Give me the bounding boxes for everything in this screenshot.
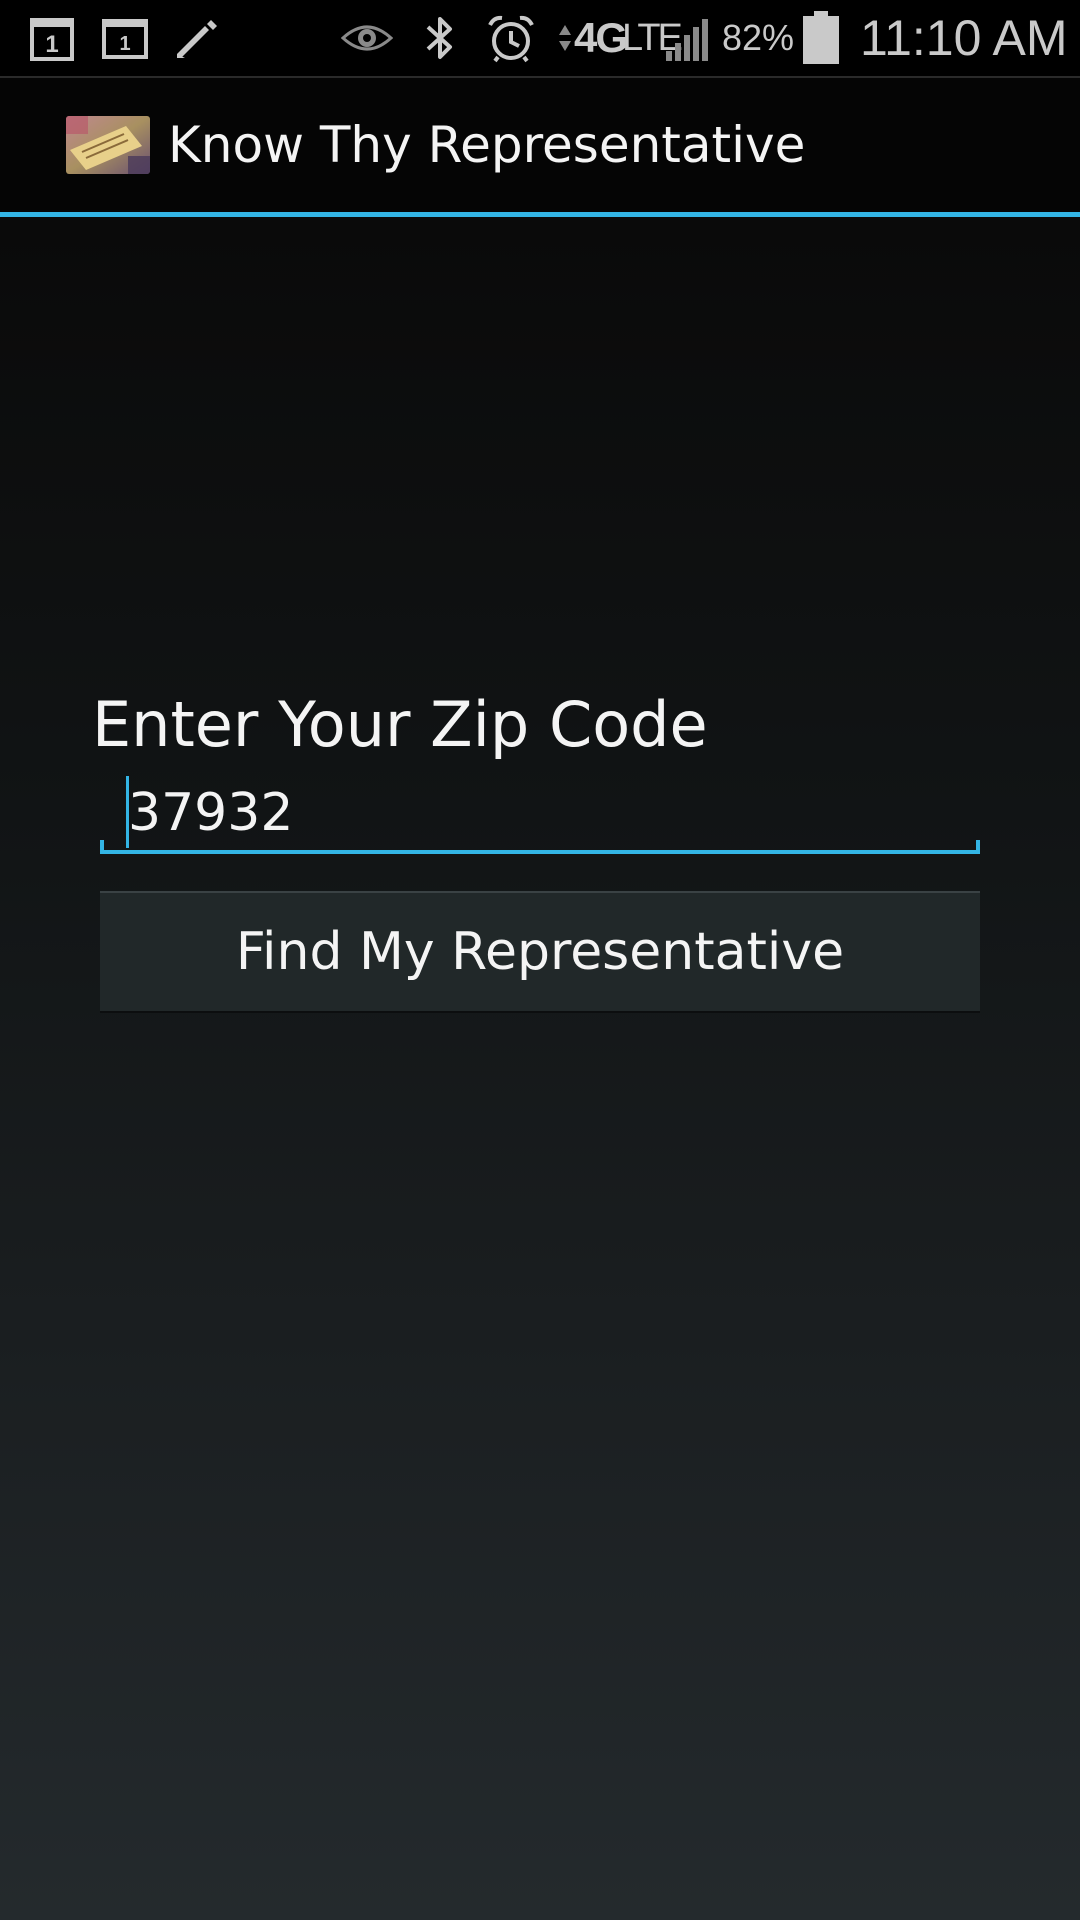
bluetooth-icon (418, 10, 462, 66)
pencil-icon (172, 10, 222, 66)
input-underline (100, 850, 980, 854)
zip-code-value: 37932 (128, 783, 294, 843)
battery-icon (800, 10, 842, 66)
signal-strength-icon (664, 10, 716, 66)
zip-code-label: Enter Your Zip Code (92, 688, 708, 761)
app-title: Know Thy Representative (168, 116, 806, 174)
calendar-icon: 1 (28, 10, 76, 66)
main-content: Enter Your Zip Code 37932 Find My Repres… (0, 217, 1080, 1920)
battery-percent: 82% (722, 17, 795, 58)
alarm-clock-icon (484, 10, 538, 66)
input-underline-right-tick (976, 840, 980, 854)
eye-icon (340, 10, 394, 66)
data-arrows-icon (556, 10, 574, 66)
status-bar: 1 1 4G LTE 82% 11:10 AM (0, 0, 1080, 78)
calendar-icon: 1 (100, 10, 150, 66)
calendar-day-text: 1 (119, 33, 130, 55)
zip-code-input[interactable]: 37932 (100, 772, 980, 854)
find-representative-button[interactable]: Find My Representative (100, 891, 980, 1013)
clock-time: 11:10 AM (860, 10, 1068, 66)
input-underline-left-tick (100, 840, 104, 854)
app-logo-icon[interactable] (66, 116, 150, 174)
network-badge: 4G (574, 14, 628, 61)
action-bar: Know Thy Representative (0, 78, 1080, 212)
calendar-day-text: 1 (45, 31, 58, 58)
